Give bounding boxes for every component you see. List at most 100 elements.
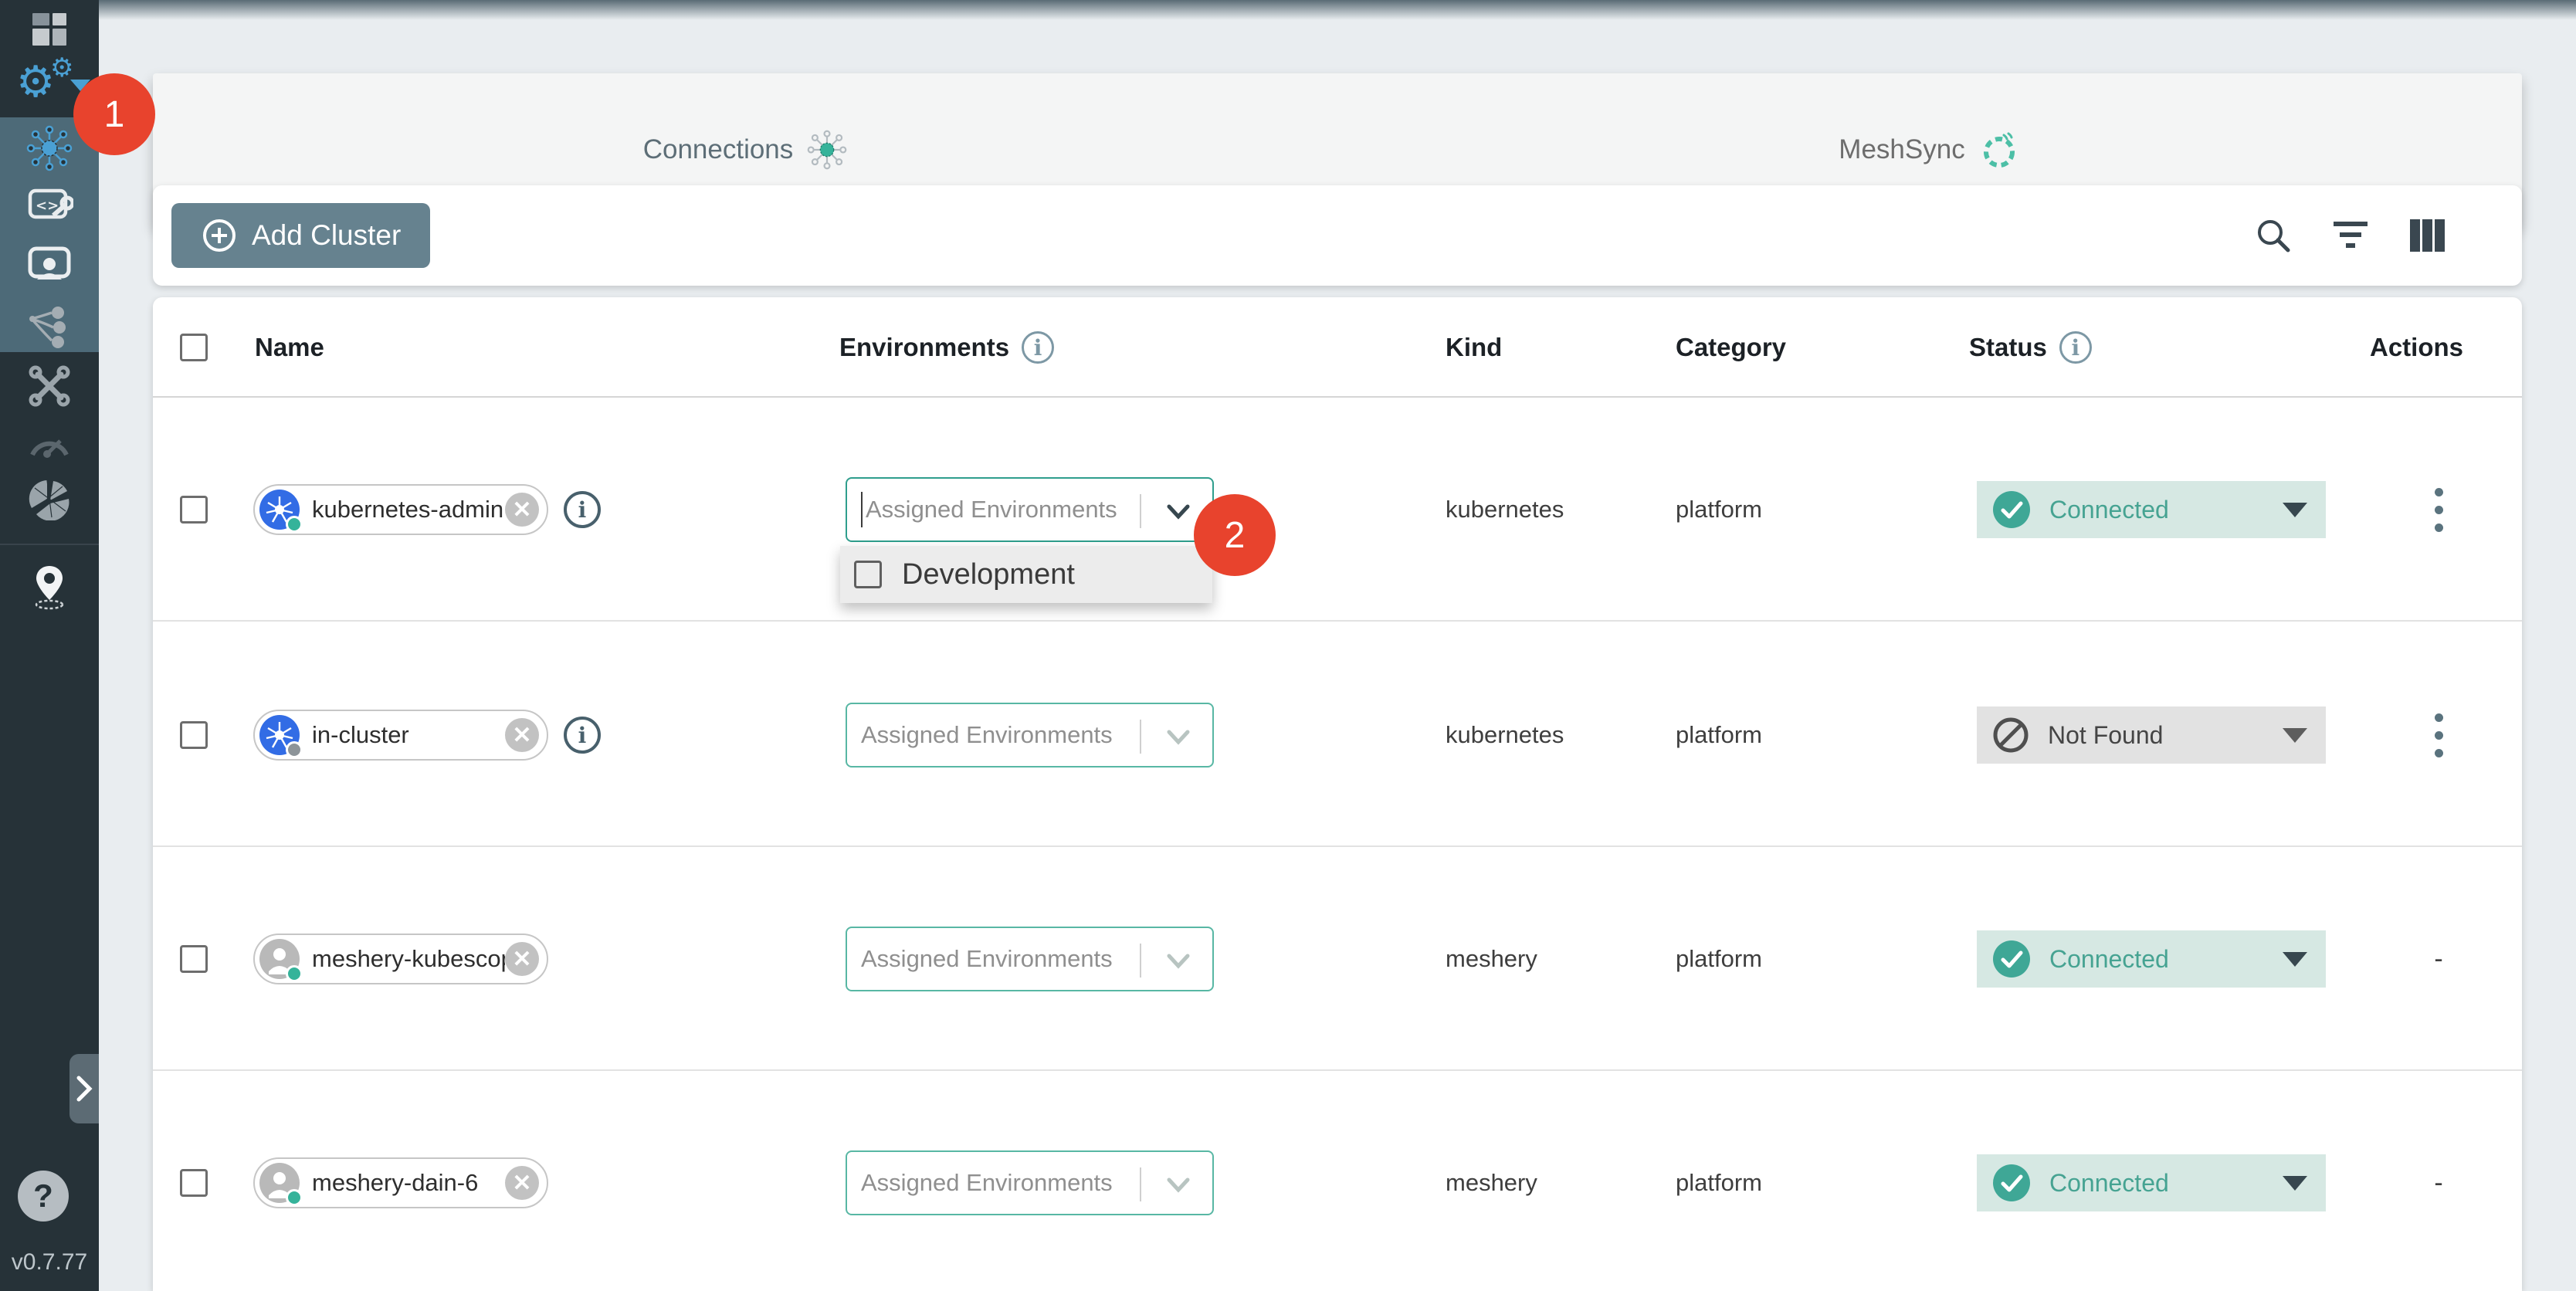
segmented-pie-icon <box>27 477 72 520</box>
pipeline-icon <box>27 305 72 350</box>
status-select[interactable]: Not Found <box>1977 706 2326 764</box>
caret-down-icon <box>2283 503 2307 517</box>
add-cluster-label: Add Cluster <box>252 219 401 252</box>
sidebar-item-performance[interactable] <box>0 412 99 471</box>
row-checkbox[interactable] <box>180 721 208 749</box>
select-all-checkbox[interactable] <box>180 334 208 361</box>
status-select[interactable]: Connected <box>1977 481 2326 538</box>
connection-name: meshery-dain-6 <box>312 1169 505 1197</box>
tab-meshsync-label: MeshSync <box>1839 134 1964 165</box>
connection-chip[interactable]: kubernetes-admin... ✕ <box>253 484 548 535</box>
kind-value: meshery <box>1446 1169 1537 1197</box>
columns-icon <box>2407 218 2449 253</box>
connection-chip[interactable]: in-cluster ✕ <box>253 710 548 761</box>
assigned-environments-select[interactable]: Assigned Environments <box>846 1150 1214 1215</box>
help-button[interactable]: ? <box>18 1171 69 1222</box>
row-checkbox[interactable] <box>180 496 208 524</box>
connection-name: kubernetes-admin... <box>312 496 505 524</box>
table-header-row: Name Environments i Kind Category Status… <box>153 297 2522 398</box>
chevron-down-icon[interactable] <box>1163 496 1194 527</box>
category-value: platform <box>1676 945 1762 973</box>
environments-info-icon[interactable]: i <box>1022 331 1054 364</box>
select-divider <box>1140 944 1141 978</box>
remove-connection-button[interactable]: ✕ <box>505 493 539 527</box>
chevron-down-icon[interactable] <box>1163 721 1194 752</box>
assigned-environments-select[interactable]: Assigned Environments <box>846 477 1214 542</box>
row-actions-menu-button[interactable] <box>2427 480 2451 540</box>
remove-connection-button[interactable]: ✕ <box>505 718 539 752</box>
connections-table: Name Environments i Kind Category Status… <box>153 297 2522 1291</box>
connection-info-icon[interactable]: i <box>564 717 601 754</box>
status-info-icon[interactable]: i <box>2059 331 2092 364</box>
sidebar-item-dashboard[interactable] <box>0 0 99 59</box>
gear-small-icon: ⚙ <box>50 55 73 81</box>
filter-icon <box>2329 218 2372 253</box>
select-divider <box>1140 494 1141 528</box>
code-wrench-icon: <> <box>25 185 73 229</box>
row-checkbox[interactable] <box>180 1169 208 1197</box>
search-button[interactable] <box>2249 211 2298 260</box>
connection-chip[interactable]: meshery-kubescop... ✕ <box>253 934 548 984</box>
status-label: Connected <box>2049 1169 2169 1198</box>
assigned-environments-select[interactable]: Assigned Environments <box>846 703 1214 767</box>
sidebar-item-adapters[interactable]: <> <box>0 178 99 236</box>
dashboard-icon <box>32 13 66 46</box>
screen-user-icon <box>25 244 73 287</box>
header-actions: Actions <box>2370 333 2463 362</box>
header-status: Status <box>1969 333 2047 362</box>
search-icon <box>2252 215 2294 256</box>
status-label: Not Found <box>2048 721 2163 750</box>
row-actions-menu-button[interactable] <box>2427 706 2451 765</box>
connection-info-icon[interactable]: i <box>564 491 601 528</box>
remove-connection-button[interactable]: ✕ <box>505 1166 539 1200</box>
environments-dropdown-menu[interactable]: Development <box>840 546 1212 603</box>
table-toolbar: Add Cluster <box>153 185 2522 286</box>
environments-placeholder: Assigned Environments <box>861 945 1113 973</box>
table-row: in-cluster ✕ i Assigned Environments kub… <box>153 623 2522 847</box>
map-pin-icon <box>28 563 71 611</box>
connection-chip[interactable]: meshery-dain-6 ✕ <box>253 1157 548 1208</box>
row-checkbox[interactable] <box>180 945 208 973</box>
header-category: Category <box>1676 333 1786 362</box>
check-circle-icon <box>1992 490 2031 529</box>
question-mark-icon: ? <box>33 1177 53 1215</box>
select-divider <box>1140 720 1141 754</box>
remove-connection-button[interactable]: ✕ <box>505 942 539 976</box>
connections-icon <box>26 125 73 171</box>
check-circle-icon <box>1992 1164 2031 1202</box>
kind-value: meshery <box>1446 945 1537 973</box>
status-select[interactable]: Connected <box>1977 930 2326 988</box>
chevron-down-icon[interactable] <box>1163 945 1194 976</box>
sidebar-item-location[interactable] <box>0 557 99 616</box>
environments-placeholder: Assigned Environments <box>866 496 1117 524</box>
table-row: meshery-dain-6 ✕ Assigned Environments m… <box>153 1071 2522 1291</box>
table-row: kubernetes-admin... ✕ i Assigned Environ… <box>153 398 2522 622</box>
caret-down-icon <box>2283 728 2307 743</box>
sidebar-item-pipelines[interactable] <box>0 298 99 357</box>
sidebar-item-workspaces[interactable] <box>0 236 99 295</box>
filter-button[interactable] <box>2326 211 2375 260</box>
annotation-step-1: 1 <box>73 73 155 155</box>
chevron-down-icon[interactable] <box>1163 1169 1194 1200</box>
table-row: meshery-kubescop... ✕ Assigned Environme… <box>153 847 2522 1071</box>
text-cursor <box>861 492 863 527</box>
connection-status-dot <box>286 741 303 758</box>
connection-status-dot <box>286 965 303 982</box>
check-circle-icon <box>1992 940 2031 978</box>
environment-option-label: Development <box>902 558 1075 591</box>
caret-down-icon <box>2283 952 2307 967</box>
assigned-environments-select[interactable]: Assigned Environments <box>846 927 1214 991</box>
sidebar-expand-button[interactable] <box>69 1054 99 1123</box>
add-cluster-button[interactable]: Add Cluster <box>171 203 430 268</box>
plus-circle-icon <box>201 217 238 254</box>
connection-name: in-cluster <box>312 721 505 749</box>
annotation-step-2: 2 <box>1194 494 1276 576</box>
connection-name: meshery-kubescop... <box>312 945 505 973</box>
sidebar-item-configuration[interactable] <box>0 357 99 415</box>
environment-option-checkbox[interactable] <box>854 561 882 588</box>
status-select[interactable]: Connected <box>1977 1154 2326 1211</box>
sidebar-item-extensions[interactable] <box>0 469 99 528</box>
view-columns-button[interactable] <box>2403 211 2452 260</box>
speedometer-icon <box>26 424 73 459</box>
chevron-right-icon <box>75 1075 93 1103</box>
